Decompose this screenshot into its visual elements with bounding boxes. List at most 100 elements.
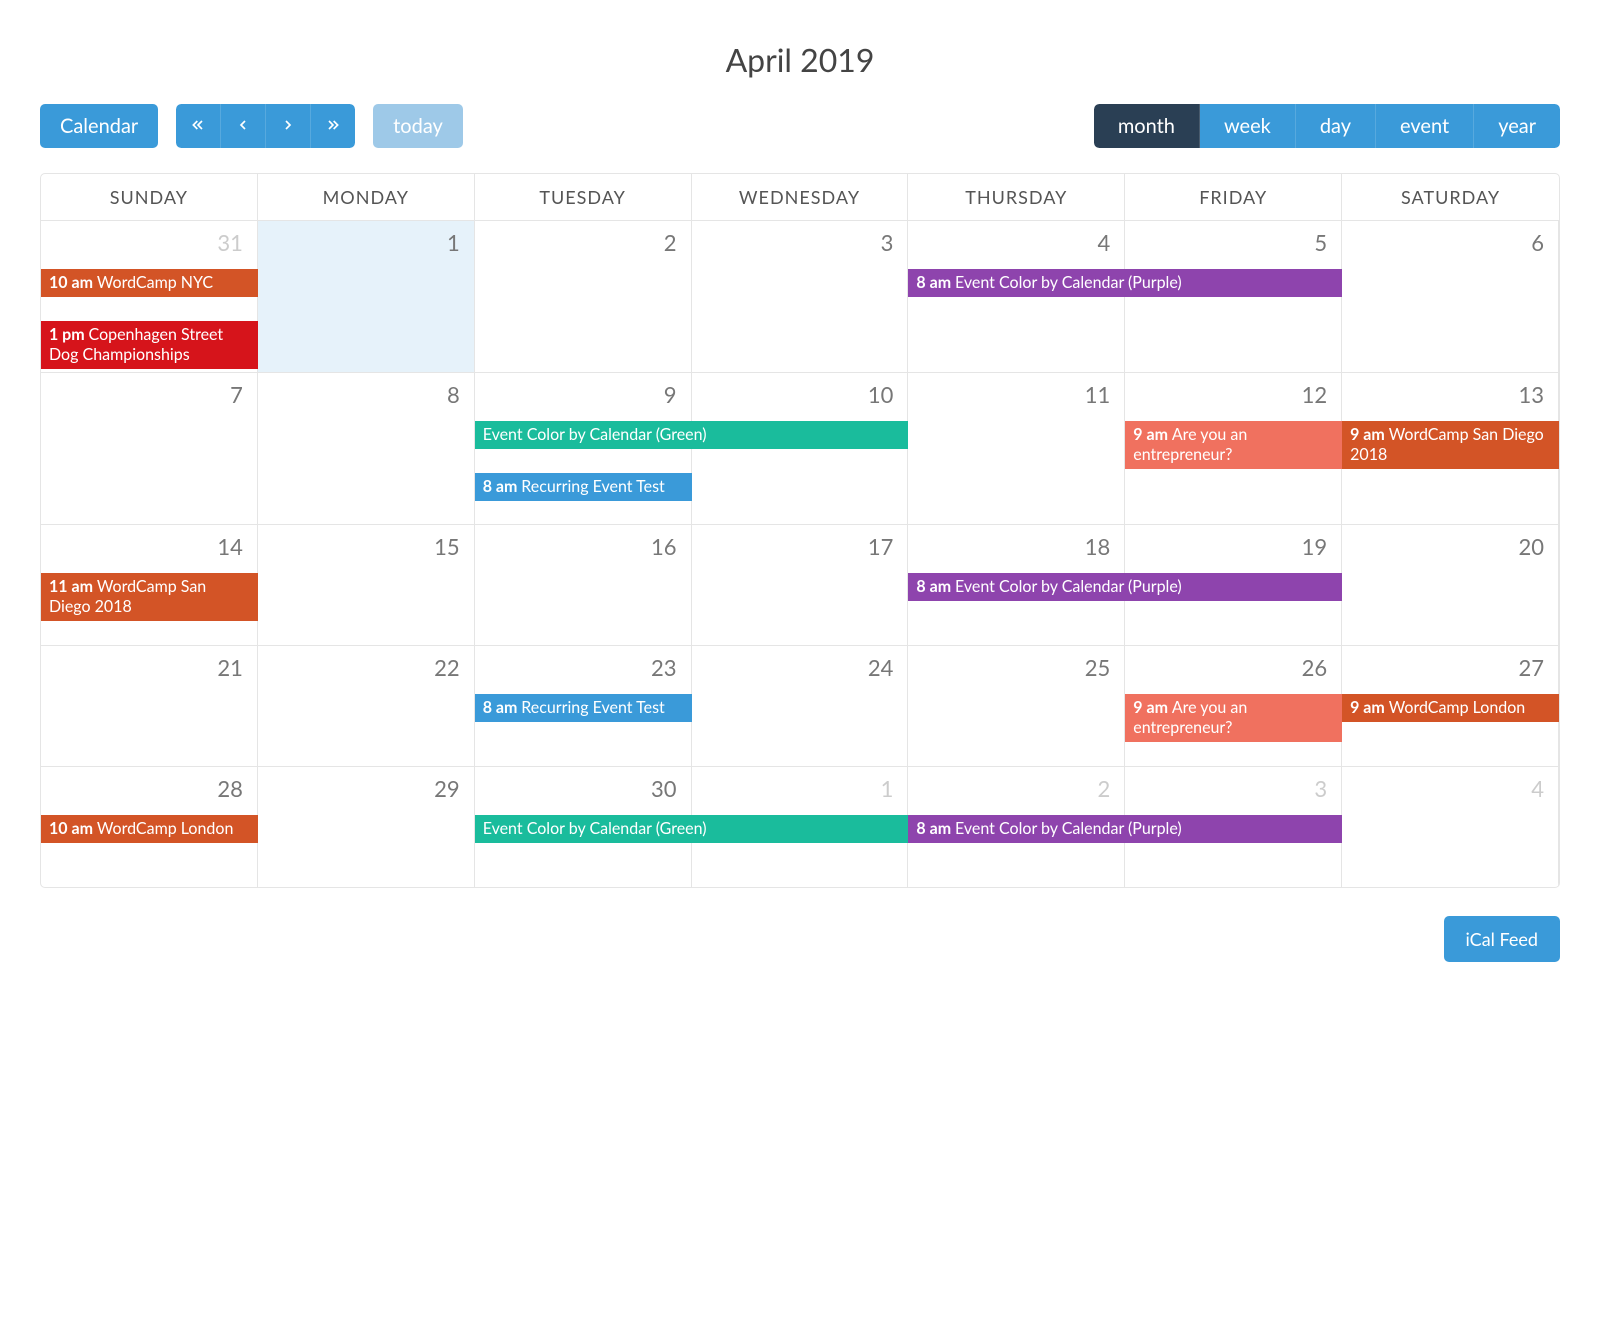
next-year-button[interactable] — [311, 104, 355, 148]
ical-feed-button[interactable]: iCal Feed — [1444, 916, 1560, 962]
day-number: 3 — [1125, 767, 1341, 806]
day-number: 19 — [1125, 525, 1341, 564]
week-row: 78910111213Event Color by Calendar (Gree… — [41, 373, 1559, 525]
day-number: 27 — [1342, 646, 1558, 685]
day-number: 15 — [258, 525, 474, 564]
view-day-button[interactable]: day — [1296, 104, 1376, 148]
calendar-event[interactable]: 9 am WordCamp San Diego 2018 — [1342, 421, 1559, 469]
day-cell[interactable]: 17 — [692, 525, 909, 645]
calendar-event[interactable]: 8 am Recurring Event Test — [475, 694, 692, 722]
day-number: 16 — [475, 525, 691, 564]
prev-year-button[interactable] — [176, 104, 221, 148]
today-button[interactable]: today — [373, 104, 463, 148]
event-time: 11 am — [49, 577, 97, 596]
chevron-left-icon — [235, 114, 251, 138]
calendar-event[interactable]: Event Color by Calendar (Green) — [475, 815, 909, 843]
view-week-button[interactable]: week — [1200, 104, 1296, 148]
day-number: 31 — [41, 221, 257, 260]
day-number: 2 — [475, 221, 691, 260]
day-number: 17 — [692, 525, 908, 564]
day-header: SUNDAY — [41, 174, 258, 220]
day-number: 28 — [41, 767, 257, 806]
day-cell[interactable]: 4 — [1342, 767, 1559, 887]
event-time: 9 am — [1350, 698, 1389, 717]
calendar-event[interactable]: 10 am WordCamp NYC — [41, 269, 258, 297]
calendar-event[interactable]: Event Color by Calendar (Green) — [475, 421, 909, 449]
day-number: 4 — [1342, 767, 1558, 806]
calendar-event[interactable]: 8 am Event Color by Calendar (Purple) — [908, 269, 1342, 297]
calendar-event[interactable]: 8 am Recurring Event Test — [475, 473, 692, 501]
event-title: WordCamp NYC — [97, 273, 213, 292]
day-cell[interactable]: 1 — [258, 221, 475, 372]
event-title: Event Color by Calendar (Purple) — [955, 819, 1182, 838]
day-cell[interactable]: 25 — [908, 646, 1125, 766]
event-time: 10 am — [49, 819, 97, 838]
day-number: 23 — [475, 646, 691, 685]
event-time: 8 am — [916, 273, 955, 292]
calendar-event[interactable]: 11 am WordCamp San Diego 2018 — [41, 573, 258, 621]
event-title: Event Color by Calendar (Purple) — [955, 273, 1182, 292]
view-month-button[interactable]: month — [1094, 104, 1200, 148]
day-number: 2 — [908, 767, 1124, 806]
event-time: 10 am — [49, 273, 97, 292]
calendar-event[interactable]: 8 am Event Color by Calendar (Purple) — [908, 815, 1342, 843]
day-number: 12 — [1125, 373, 1341, 412]
prev-button[interactable] — [221, 104, 266, 148]
view-event-button[interactable]: event — [1376, 104, 1474, 148]
event-title: Recurring Event Test — [521, 698, 664, 717]
day-cell[interactable]: 11 — [908, 373, 1125, 524]
calendar-event[interactable]: 10 am WordCamp London — [41, 815, 258, 843]
day-number: 22 — [258, 646, 474, 685]
calendar-button[interactable]: Calendar — [40, 104, 158, 148]
week-row: 282930123410 am WordCamp LondonEvent Col… — [41, 767, 1559, 887]
week-row: 3112345610 am WordCamp NYC1 pm Copenhage… — [41, 221, 1559, 373]
day-cell[interactable]: 29 — [258, 767, 475, 887]
day-cell[interactable]: 21 — [41, 646, 258, 766]
day-number: 3 — [692, 221, 908, 260]
view-year-button[interactable]: year — [1474, 104, 1560, 148]
day-number: 8 — [258, 373, 474, 412]
week-row: 1415161718192011 am WordCamp San Diego 2… — [41, 525, 1559, 646]
calendar-event[interactable]: 8 am Event Color by Calendar (Purple) — [908, 573, 1342, 601]
day-number: 29 — [258, 767, 474, 806]
event-title: Event Color by Calendar (Purple) — [955, 577, 1182, 596]
event-title: Event Color by Calendar (Green) — [483, 425, 707, 444]
calendar-event[interactable]: 9 am Are you an entrepreneur? — [1125, 694, 1342, 742]
chevron-double-left-icon — [190, 114, 206, 138]
day-number: 10 — [692, 373, 908, 412]
day-header: THURSDAY — [908, 174, 1125, 220]
day-number: 30 — [475, 767, 691, 806]
event-title: WordCamp London — [97, 819, 234, 838]
day-number: 7 — [41, 373, 257, 412]
next-button[interactable] — [266, 104, 311, 148]
calendar-event[interactable]: 1 pm Copenhagen Street Dog Championships — [41, 321, 258, 369]
day-cell[interactable]: 3 — [692, 221, 909, 372]
day-header: SATURDAY — [1342, 174, 1559, 220]
event-time: 8 am — [483, 477, 522, 496]
day-cell[interactable]: 16 — [475, 525, 692, 645]
footer: iCal Feed — [40, 916, 1560, 962]
day-cell[interactable]: 15 — [258, 525, 475, 645]
nav-button-group — [176, 104, 355, 148]
day-cell[interactable]: 7 — [41, 373, 258, 524]
day-header: FRIDAY — [1125, 174, 1342, 220]
event-time: 1 pm — [49, 325, 89, 344]
calendar-event[interactable]: 9 am Are you an entrepreneur? — [1125, 421, 1342, 469]
day-cell[interactable]: 22 — [258, 646, 475, 766]
day-cell[interactable]: 8 — [258, 373, 475, 524]
day-number: 5 — [1125, 221, 1341, 260]
event-title: Recurring Event Test — [521, 477, 664, 496]
day-number: 11 — [908, 373, 1124, 412]
event-time: 9 am — [1133, 698, 1172, 717]
day-header: TUESDAY — [475, 174, 692, 220]
day-number: 18 — [908, 525, 1124, 564]
day-cell[interactable]: 24 — [692, 646, 909, 766]
day-number: 24 — [692, 646, 908, 685]
calendar-event[interactable]: 9 am WordCamp London — [1342, 694, 1559, 722]
day-cell[interactable]: 20 — [1342, 525, 1559, 645]
day-cell[interactable]: 2 — [475, 221, 692, 372]
day-cell[interactable]: 6 — [1342, 221, 1559, 372]
day-number: 9 — [475, 373, 691, 412]
week-row: 212223242526278 am Recurring Event Test9… — [41, 646, 1559, 767]
calendar-grid: SUNDAYMONDAYTUESDAYWEDNESDAYTHURSDAYFRID… — [40, 173, 1560, 888]
